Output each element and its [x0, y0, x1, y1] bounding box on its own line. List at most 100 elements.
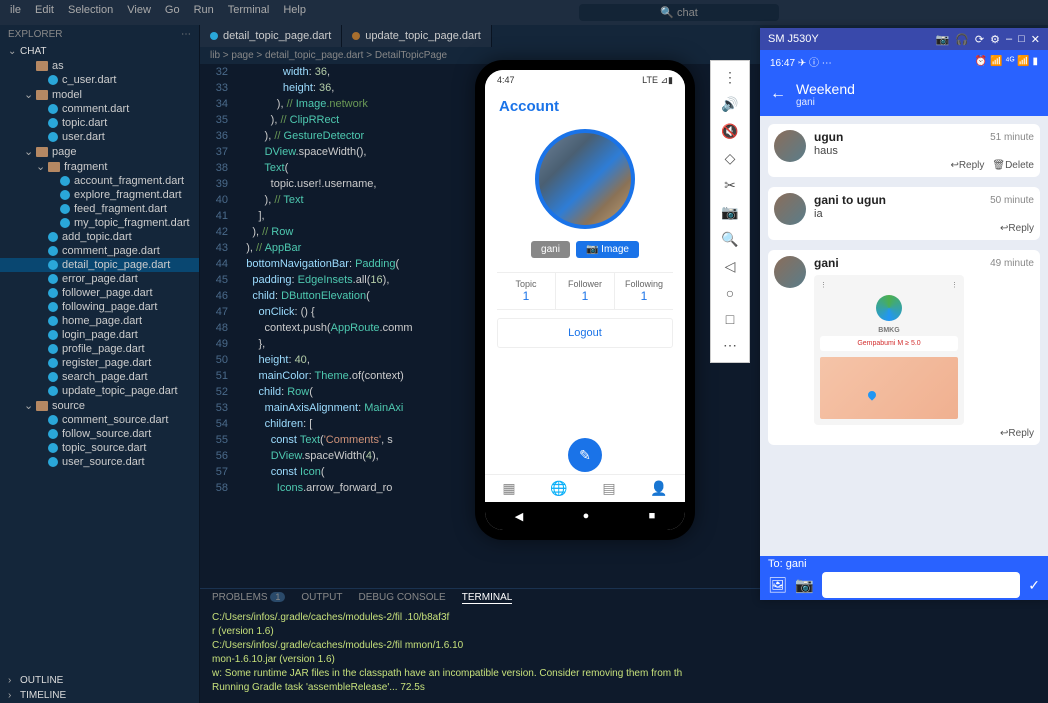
p1-nav-grid-icon[interactable]: ▦ — [502, 480, 515, 497]
msg-action[interactable]: ↩Reply — [950, 160, 984, 171]
tab-problems[interactable]: PROBLEMS 1 — [212, 592, 285, 604]
tab-output[interactable]: OUTPUT — [301, 592, 342, 604]
p2-text-input[interactable] — [822, 572, 1021, 598]
terminal-output[interactable]: C:/Users/infos/.gradle/caches/modules-2/… — [200, 607, 1048, 699]
p2-statusbar: 16:47 ✈ ⓘ ⋯ ⏰ 📶 ⁴ᴳ 📶 ▮ — [760, 50, 1048, 72]
tree-item[interactable]: detail_topic_page.dart — [0, 258, 199, 272]
tree-item[interactable]: as — [0, 59, 199, 73]
tb-rotate-icon[interactable]: ◇ — [725, 150, 736, 167]
p1-home-icon[interactable]: ● — [583, 510, 590, 522]
tree-item[interactable]: profile_page.dart — [0, 342, 199, 356]
outline-section[interactable]: ›OUTLINE — [0, 673, 199, 688]
tree-item[interactable]: ⌄model — [0, 87, 199, 102]
tree-item[interactable]: ⌄source — [0, 398, 199, 413]
msg-action[interactable]: ↩Reply — [1000, 223, 1034, 234]
tree-item[interactable]: explore_fragment.dart — [0, 188, 199, 202]
mi-file[interactable]: ile — [10, 4, 21, 21]
p2-gallery-icon[interactable]: 🖼 — [768, 576, 787, 594]
tb-cut-icon[interactable]: ✂ — [724, 177, 736, 194]
tree-item[interactable]: comment_page.dart — [0, 244, 199, 258]
tb-recent-icon[interactable]: □ — [726, 311, 734, 327]
p1-recent-icon[interactable]: ■ — [649, 510, 656, 522]
tree-item[interactable]: add_topic.dart — [0, 230, 199, 244]
tree-item[interactable]: comment_source.dart — [0, 413, 199, 427]
msg-action[interactable]: ↩Reply — [1000, 428, 1034, 439]
tree-item[interactable]: account_fragment.dart — [0, 174, 199, 188]
mi-selection[interactable]: Selection — [68, 4, 113, 21]
tree-item[interactable]: search_page.dart — [0, 370, 199, 384]
p2-chat-subtitle: gani — [796, 97, 855, 108]
tree-item[interactable]: home_page.dart — [0, 314, 199, 328]
p1-avatar[interactable] — [535, 129, 635, 229]
tab-detail-topic[interactable]: detail_topic_page.dart — [200, 25, 342, 47]
p1-fab-button[interactable]: ✎ — [568, 438, 602, 472]
p1-logout-button[interactable]: Logout — [497, 318, 673, 348]
tree-item[interactable]: login_page.dart — [0, 328, 199, 342]
tab-terminal[interactable]: TERMINAL — [462, 592, 513, 604]
tree-item[interactable]: follow_source.dart — [0, 427, 199, 441]
tb-camera-icon[interactable]: 📷 — [721, 204, 738, 221]
msg-image[interactable]: ⋮⋮BMKGGempabumi M ≥ 5.0 — [814, 275, 964, 425]
p2-max-icon[interactable]: □ — [1018, 33, 1025, 45]
tab-debug[interactable]: DEBUG CONSOLE — [358, 592, 445, 604]
tb-overflow-icon[interactable]: ⋯ — [723, 337, 737, 354]
mi-edit[interactable]: Edit — [35, 4, 54, 21]
tree-item[interactable]: topic_source.dart — [0, 441, 199, 455]
msg-action[interactable]: 🗑Delete — [992, 160, 1034, 171]
explorer-more-icon[interactable]: ⋯ — [181, 29, 191, 40]
p2-cam-icon[interactable]: 📷 — [936, 33, 950, 46]
p2-close-icon[interactable]: ✕ — [1031, 33, 1040, 46]
p2-messages[interactable]: ugun51 minutehaus↩Reply🗑Deletegani to ug… — [760, 116, 1048, 556]
tree-item[interactable]: register_page.dart — [0, 356, 199, 370]
tree-item[interactable]: c_user.dart — [0, 73, 199, 87]
tree-item[interactable]: follower_page.dart — [0, 286, 199, 300]
tree-item[interactable]: ⌄page — [0, 144, 199, 159]
tb-voldown-icon[interactable]: 🔇 — [721, 123, 738, 140]
p2-camera-icon[interactable]: 📷 — [795, 576, 814, 594]
tree-item[interactable]: comment.dart — [0, 102, 199, 116]
p1-nav-list-icon[interactable]: ▤ — [602, 480, 615, 497]
tb-zoom-icon[interactable]: 🔍 — [721, 231, 738, 248]
tree-item[interactable]: topic.dart — [0, 116, 199, 130]
tb-back-icon[interactable]: ◁ — [725, 258, 736, 275]
p1-nav-globe-icon[interactable]: 🌐 — [550, 480, 567, 497]
p2-min-icon[interactable]: – — [1006, 33, 1012, 45]
mi-run[interactable]: Run — [194, 4, 214, 21]
explorer-sidebar: EXPLORER⋯ ⌄CHAT asc_user.dart⌄modelcomme… — [0, 25, 200, 703]
p1-stat-follower[interactable]: Follower1 — [556, 273, 615, 309]
mi-go[interactable]: Go — [165, 4, 180, 21]
timeline-section[interactable]: ›TIMELINE — [0, 688, 199, 703]
tree-item[interactable]: my_topic_fragment.dart — [0, 216, 199, 230]
project-name[interactable]: ⌄CHAT — [0, 44, 199, 59]
tree-item[interactable]: update_topic_page.dart — [0, 384, 199, 398]
tree-item[interactable]: following_page.dart — [0, 300, 199, 314]
tree-item[interactable]: feed_fragment.dart — [0, 202, 199, 216]
mi-terminal[interactable]: Terminal — [228, 4, 270, 21]
chat-message[interactable]: gani49 minute⋮⋮BMKGGempabumi M ≥ 5.0↩Rep… — [768, 250, 1040, 445]
tb-more-icon[interactable]: ⋮ — [723, 69, 737, 86]
command-search[interactable]: 🔍 chat — [579, 4, 779, 21]
p2-send-button[interactable]: ✓ — [1028, 577, 1040, 594]
mi-view[interactable]: View — [127, 4, 151, 21]
p1-back-icon[interactable]: ◀ — [515, 510, 523, 523]
tree-item[interactable]: user.dart — [0, 130, 199, 144]
p2-audio-icon[interactable]: 🎧 — [955, 33, 969, 46]
p2-refresh-icon[interactable]: ⟳ — [975, 33, 984, 46]
tree-item[interactable]: ⌄fragment — [0, 159, 199, 174]
p1-user-button[interactable]: gani — [531, 241, 570, 258]
device-account-phone: 4:47LTE ⊿▮ Account gani 📷 Image Topic1 F… — [475, 60, 695, 540]
tree-item[interactable]: error_page.dart — [0, 272, 199, 286]
p1-image-button[interactable]: 📷 Image — [576, 241, 639, 258]
tb-volup-icon[interactable]: 🔊 — [721, 96, 738, 113]
tb-home-icon[interactable]: ○ — [726, 285, 734, 301]
p1-nav-account-icon[interactable]: 👤 — [650, 480, 667, 497]
mi-help[interactable]: Help — [283, 4, 306, 21]
p2-gear-icon[interactable]: ⚙ — [990, 33, 1000, 46]
p1-stat-following[interactable]: Following1 — [615, 273, 673, 309]
chat-message[interactable]: gani to ugun50 minuteia↩Reply — [768, 187, 1040, 240]
chat-message[interactable]: ugun51 minutehaus↩Reply🗑Delete — [768, 124, 1040, 177]
tab-update-topic[interactable]: update_topic_page.dart — [342, 25, 492, 47]
p2-back-button[interactable]: ← — [770, 85, 786, 103]
p1-stat-topic[interactable]: Topic1 — [497, 273, 556, 309]
tree-item[interactable]: user_source.dart — [0, 455, 199, 469]
